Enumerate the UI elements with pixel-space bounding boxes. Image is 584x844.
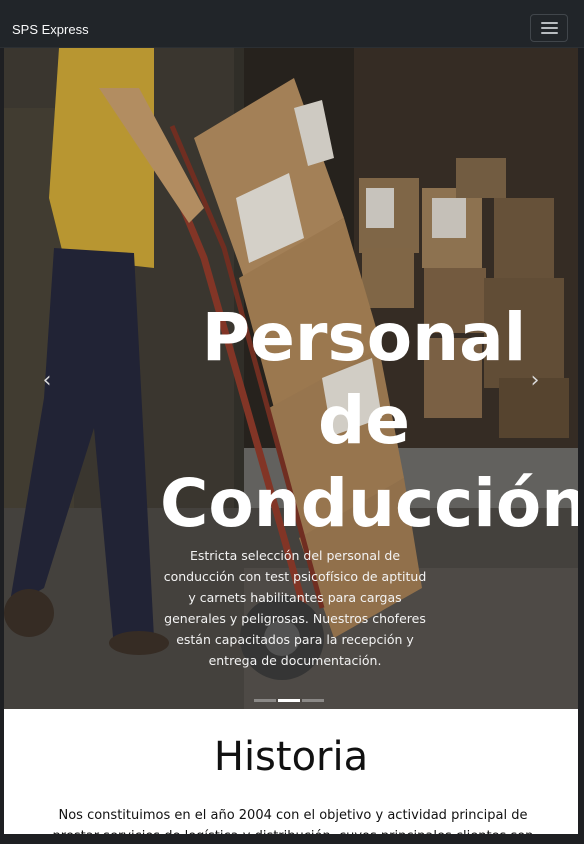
carousel-indicator-3[interactable] [302, 699, 324, 702]
window-edge [578, 48, 584, 844]
hero-carousel: ‹ › Personal de Conducción Estricta sele… [4, 48, 578, 709]
slide-title-line: de [317, 382, 410, 459]
navbar-brand[interactable]: SPS Express [12, 21, 89, 39]
historia-heading: Historia [213, 734, 369, 780]
slide-title: Personal de Conducción [160, 296, 578, 545]
slide-caption: Estricta selección del personal de condu… [163, 548, 427, 668]
carousel-prev-button[interactable]: ‹ [32, 366, 62, 396]
chevron-left-icon: ‹ [42, 368, 52, 393]
historia-section: Historia Nos constituimos en el año 2004… [4, 709, 578, 844]
carousel-indicator-1[interactable] [254, 699, 276, 702]
navbar: SPS Express [0, 0, 584, 48]
slide-title-line: Personal [201, 299, 527, 376]
window-edge [0, 834, 584, 844]
slide-title-line: Conducción [160, 465, 578, 542]
carousel-indicators [254, 687, 326, 702]
carousel-indicator-2[interactable] [278, 699, 300, 702]
navbar-toggler-button[interactable] [530, 14, 568, 42]
